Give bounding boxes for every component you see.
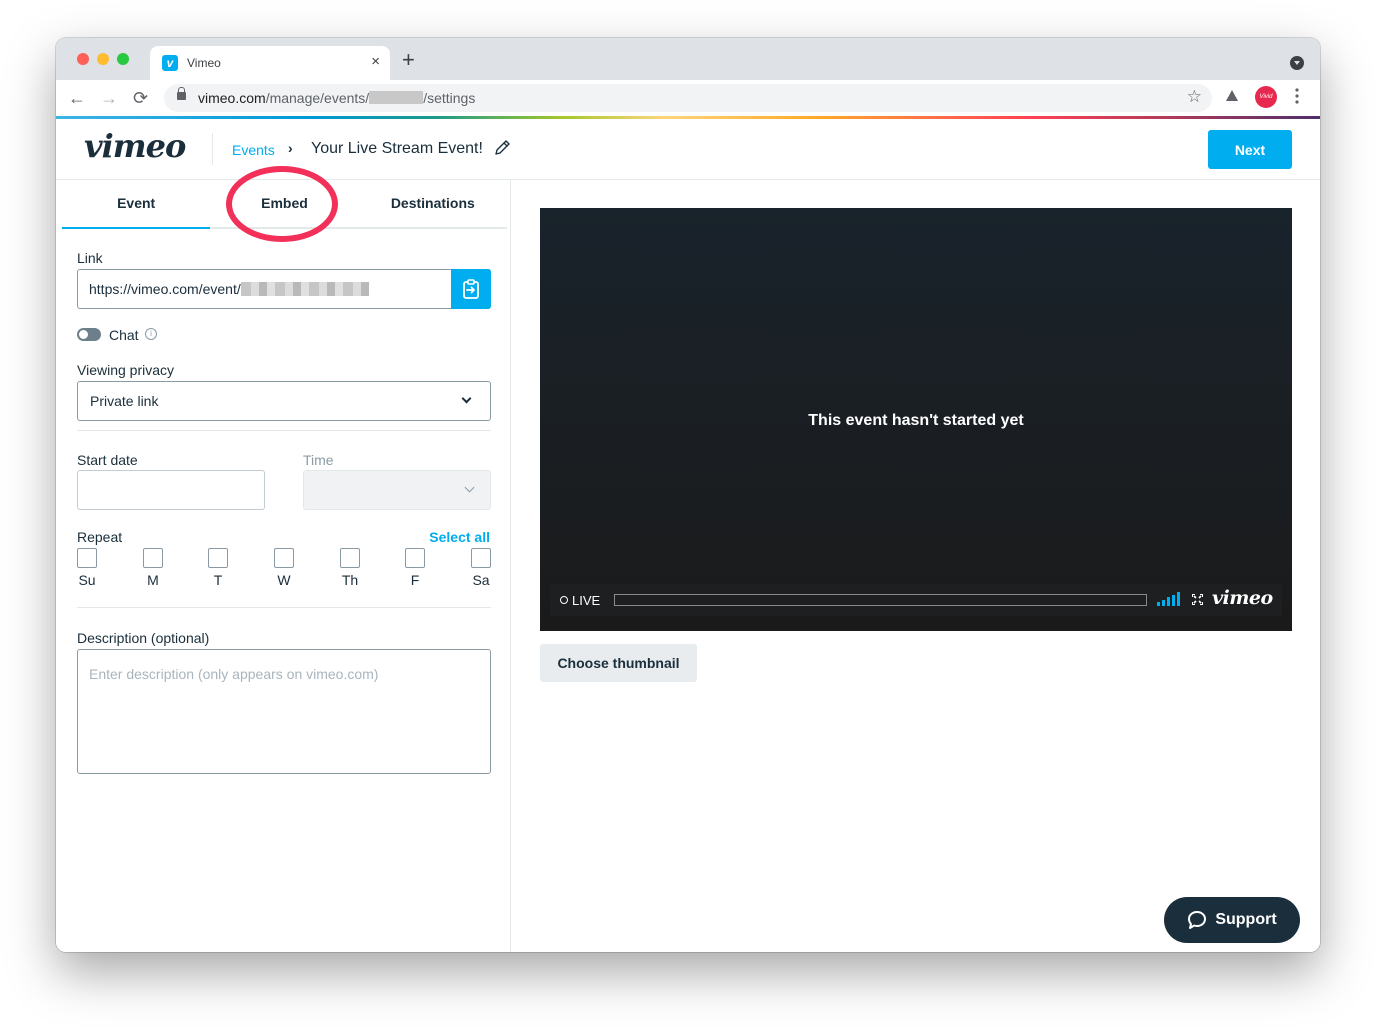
breadcrumb-chevron-icon: › <box>288 140 293 156</box>
time-label: Time <box>303 452 334 468</box>
day-label: T <box>213 572 223 588</box>
minimize-window-button[interactable] <box>97 53 109 65</box>
copy-link-button[interactable] <box>451 269 491 309</box>
playback-progress-bar[interactable] <box>614 594 1147 606</box>
description-textarea[interactable] <box>77 649 491 774</box>
repeat-day-saturday[interactable]: Sa <box>470 548 492 588</box>
viewing-privacy-select[interactable]: Private link <box>77 381 491 421</box>
time-select[interactable] <box>303 470 491 510</box>
address-bar[interactable]: vimeo.com/manage/events//settings ☆ <box>164 84 1212 112</box>
player-vimeo-logo[interactable]: vimeo <box>1212 587 1273 609</box>
forward-icon[interactable]: → <box>100 86 118 110</box>
browser-menu-icon[interactable] <box>1294 88 1300 104</box>
maximize-window-button[interactable] <box>117 53 129 65</box>
event-title: Your Live Stream Event! <box>311 140 483 157</box>
player-status-message: This event hasn't started yet <box>808 412 1024 429</box>
vimeo-logo[interactable]: vimeo <box>84 127 186 165</box>
day-checkbox[interactable] <box>143 548 163 568</box>
reload-icon[interactable]: ⟳ <box>133 86 148 110</box>
chat-bubble-icon <box>1188 911 1207 929</box>
pencil-edit-icon[interactable] <box>492 138 512 158</box>
day-checkbox[interactable] <box>340 548 360 568</box>
tab-destinations[interactable]: Destinations <box>359 180 507 227</box>
chevron-down-icon <box>461 393 472 404</box>
support-button[interactable]: Support <box>1164 897 1300 943</box>
event-link-value: https://vimeo.com/event/ <box>89 281 241 297</box>
start-date-input[interactable] <box>77 470 265 510</box>
day-label: M <box>147 572 159 588</box>
settings-panel: Event Embed Destinations Link https://vi… <box>56 166 511 952</box>
day-checkbox[interactable] <box>77 548 97 568</box>
clipboard-copy-icon <box>463 279 479 299</box>
video-player-preview[interactable]: This event hasn't started yet LIVE vimeo <box>540 208 1292 631</box>
url-text: vimeo.com/manage/events//settings <box>198 90 476 106</box>
chat-label: Chat <box>109 327 139 343</box>
description-label: Description (optional) <box>77 630 210 646</box>
vimeo-favicon-icon: v <box>162 55 178 71</box>
lock-icon <box>177 87 186 100</box>
select-all-link[interactable]: Select all <box>429 529 490 545</box>
player-controls: LIVE vimeo <box>550 584 1282 616</box>
repeat-day-sunday[interactable]: Su <box>76 548 98 588</box>
close-tab-icon[interactable]: × <box>371 54 380 70</box>
signal-strength-icon <box>1157 592 1181 606</box>
close-window-button[interactable] <box>77 53 89 65</box>
tab-strip: v Vimeo × + <box>56 38 1320 80</box>
link-label: Link <box>77 250 103 266</box>
support-label: Support <box>1215 911 1277 928</box>
labs-flask-icon[interactable] <box>1226 90 1238 101</box>
choose-thumbnail-button[interactable]: Choose thumbnail <box>540 644 697 682</box>
day-label: Su <box>78 572 96 588</box>
page: vimeo Events › Your Live Stream Event! N… <box>56 119 1320 952</box>
repeat-day-friday[interactable]: F <box>404 548 426 588</box>
viewing-privacy-value: Private link <box>90 393 159 409</box>
day-label: W <box>277 572 291 588</box>
browser-toolbar: ← → ⟳ vimeo.com/manage/events//settings … <box>56 80 1320 122</box>
bookmark-star-icon[interactable]: ☆ <box>1187 87 1202 107</box>
day-checkbox[interactable] <box>471 548 491 568</box>
new-tab-button[interactable]: + <box>402 49 415 71</box>
app-header: vimeo Events › Your Live Stream Event! N… <box>56 119 1320 180</box>
repeat-label: Repeat <box>77 529 123 545</box>
profile-avatar[interactable]: Vivid Snaps <box>1255 86 1277 122</box>
header-divider <box>212 133 213 165</box>
live-label: LIVE <box>572 593 601 608</box>
fullscreen-icon[interactable] <box>1191 593 1204 606</box>
day-label: Sa <box>472 572 490 588</box>
tab-title: Vimeo <box>187 56 221 70</box>
repeat-day-tuesday[interactable]: T <box>207 548 229 588</box>
section-divider <box>77 430 491 431</box>
chevron-down-icon <box>464 482 475 493</box>
start-date-label: Start date <box>77 452 138 468</box>
repeat-day-monday[interactable]: M <box>142 548 164 588</box>
redacted-id <box>369 91 424 104</box>
browser-tab[interactable]: v Vimeo × <box>150 46 390 80</box>
day-checkbox[interactable] <box>405 548 425 568</box>
live-indicator-icon <box>560 596 568 604</box>
repeat-day-thursday[interactable]: Th <box>339 548 361 588</box>
day-label: Th <box>341 572 359 588</box>
day-checkbox[interactable] <box>208 548 228 568</box>
day-label: F <box>410 572 420 588</box>
back-icon[interactable]: ← <box>68 86 86 110</box>
tab-search-icon[interactable] <box>1290 56 1304 70</box>
redacted-link-id <box>240 282 369 296</box>
event-link-field[interactable]: https://vimeo.com/event/ <box>77 269 491 309</box>
section-divider <box>77 607 491 608</box>
tab-event[interactable]: Event <box>62 180 211 229</box>
breadcrumb-events-link[interactable]: Events <box>232 142 275 158</box>
settings-tabs: Event Embed Destinations <box>62 180 507 229</box>
viewing-privacy-label: Viewing privacy <box>77 362 175 378</box>
info-icon[interactable]: i <box>145 328 157 340</box>
chat-toggle[interactable] <box>77 328 101 341</box>
day-checkbox[interactable] <box>274 548 294 568</box>
next-button[interactable]: Next <box>1208 130 1292 169</box>
browser-window: v Vimeo × + ← → ⟳ vimeo.com/manage/event… <box>56 38 1320 952</box>
tab-embed[interactable]: Embed <box>210 180 358 227</box>
repeat-day-wednesday[interactable]: W <box>273 548 295 588</box>
